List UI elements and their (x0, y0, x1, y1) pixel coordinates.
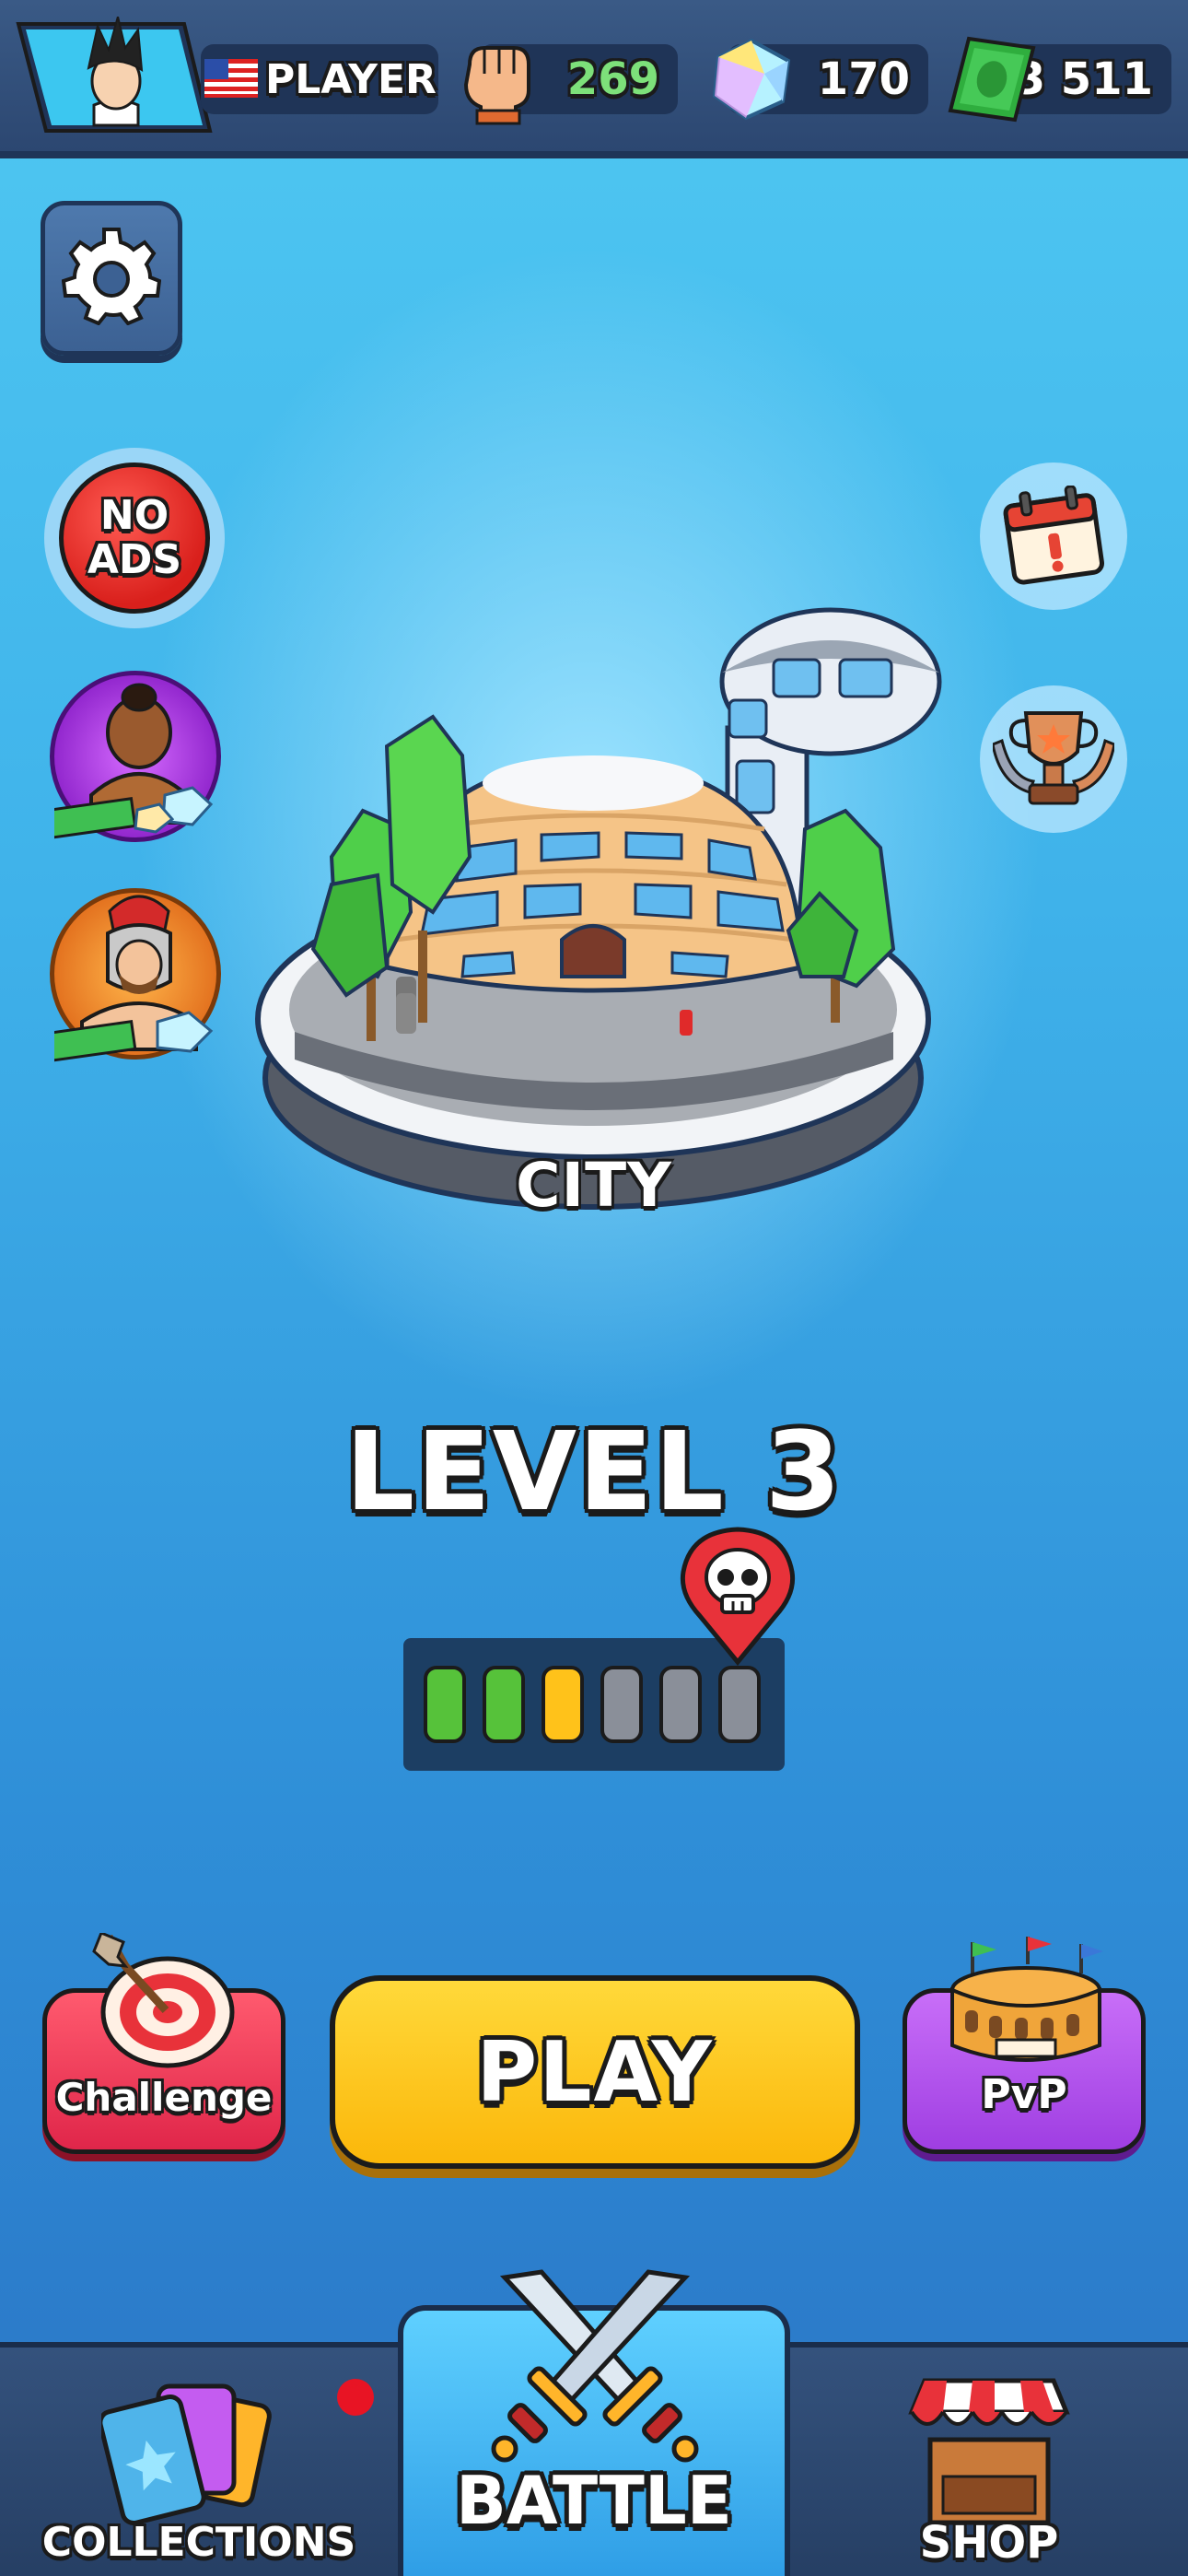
settings-button[interactable] (41, 201, 182, 356)
pvp-label: PvP (981, 2071, 1067, 2118)
nav-tab-battle[interactable]: BATTLE (398, 2269, 790, 2576)
notification-dot (337, 2379, 374, 2416)
nav-label-collections: COLLECTIONS (41, 2519, 356, 2566)
gem-icon (712, 38, 791, 121)
progress-segment-4 (600, 1666, 643, 1743)
player-name: PLAYER (265, 55, 437, 103)
progress-segment-5 (659, 1666, 702, 1743)
progress-segment-1 (424, 1666, 466, 1743)
player-name-pill[interactable]: PLAYER (201, 44, 438, 114)
fighter-offer-icon (47, 683, 214, 839)
gear-icon (62, 228, 161, 325)
avatar-icon (16, 16, 213, 133)
spartan-offer-button[interactable] (47, 888, 221, 1062)
gems-value: 170 (817, 53, 910, 105)
nav-tab-collections[interactable]: COLLECTIONS (0, 2348, 398, 2576)
no-ads-line2: ADS (87, 536, 182, 583)
us-flag-icon (204, 59, 258, 98)
challenge-label: Challenge (55, 2075, 273, 2120)
power-value: 269 (566, 53, 659, 105)
play-label: PLAY (476, 2023, 714, 2121)
cash-icon (948, 36, 1036, 123)
daily-calendar-button[interactable] (980, 463, 1127, 610)
arena-icon (950, 1937, 1103, 2062)
calendar-icon (1003, 486, 1105, 585)
progress-segment-2 (483, 1666, 525, 1743)
city-island-illustration[interactable] (249, 580, 949, 1244)
play-button[interactable]: PLAY (330, 1975, 860, 2169)
player-avatar[interactable] (13, 16, 215, 135)
no-ads-button[interactable]: NO ADS (44, 448, 225, 628)
no-ads-badge: NO ADS (59, 463, 210, 614)
character-offer-button[interactable] (47, 671, 221, 842)
nav-label-battle: BATTLE (456, 2462, 732, 2539)
progress-segment-6 (718, 1666, 761, 1743)
no-ads-line1: NO (99, 492, 169, 539)
trophy-leaderboard-button[interactable] (980, 685, 1127, 833)
fist-icon (463, 46, 530, 125)
target-arrow-icon (92, 1933, 235, 2068)
level-title: LEVEL 3 (344, 1408, 844, 1535)
progress-segment-3 (542, 1666, 584, 1743)
trophy-icon (993, 711, 1114, 805)
shop-stall-icon (908, 2378, 1070, 2525)
spartan-offer-icon (47, 895, 214, 1062)
nav-label-shop: SHOP (919, 2517, 1059, 2569)
boss-skull-icon (680, 1527, 796, 1666)
location-name: CITY (516, 1150, 672, 1221)
crossed-swords-icon (491, 2269, 699, 2463)
nav-tab-shop[interactable]: SHOP (790, 2348, 1188, 2576)
top-bar: PLAYER 269 170 3 511 (0, 0, 1188, 158)
cards-icon (101, 2383, 272, 2525)
